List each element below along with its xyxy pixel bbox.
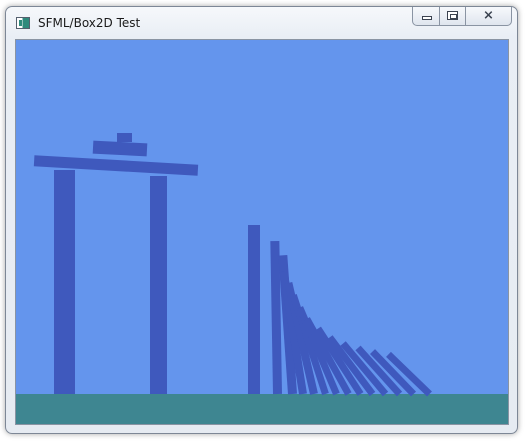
close-button[interactable]: ⨯ [466, 7, 512, 26]
window-title: SFML/Box2D Test [38, 16, 141, 30]
app-window: SFML/Box2D Test ⨯ [5, 6, 518, 434]
title-bar[interactable]: SFML/Box2D Test ⨯ [6, 7, 517, 39]
close-icon: ⨯ [483, 8, 494, 23]
domino [248, 225, 260, 394]
scene-svg [16, 40, 508, 424]
sky-background [16, 40, 508, 424]
caption-buttons: ⨯ [412, 7, 512, 26]
ground [16, 394, 508, 424]
minimize-icon [422, 16, 432, 20]
physics-canvas[interactable] [15, 39, 509, 425]
maximize-icon [447, 11, 458, 20]
minimize-button[interactable] [412, 7, 440, 26]
app-window-icon[interactable] [16, 17, 30, 29]
top-block [117, 133, 132, 142]
maximize-button[interactable] [440, 7, 466, 26]
left-pillar [54, 170, 75, 394]
right-pillar [150, 176, 167, 394]
